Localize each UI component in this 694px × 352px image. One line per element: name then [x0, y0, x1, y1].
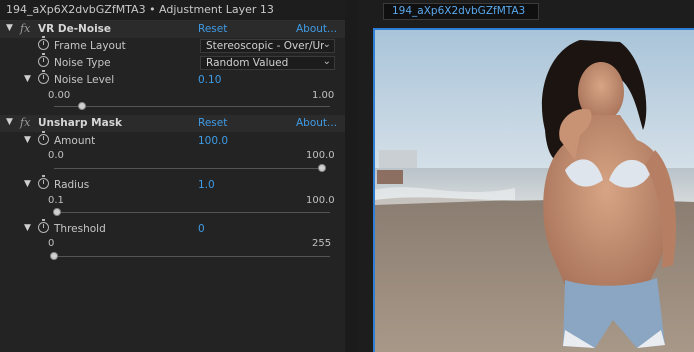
reset-button[interactable]: Reset [198, 23, 227, 35]
chevron-down-icon: ⌄ [322, 39, 331, 50]
stopwatch-icon[interactable] [38, 36, 49, 50]
effect-header-vr-denoise[interactable]: ▼ fx VR De-Noise Reset About... [0, 21, 345, 38]
slider-max-label: 100.0 [306, 195, 335, 206]
radius-slider-track[interactable] [54, 212, 330, 213]
noise-type-dropdown[interactable]: Random Valued ⌄ [200, 56, 335, 70]
video-frame-image [375, 30, 694, 352]
param-value[interactable]: 1.0 [198, 179, 215, 191]
slider-min-label: 0.1 [48, 195, 64, 206]
param-label: Amount [54, 135, 96, 147]
param-label: Radius [54, 179, 90, 191]
collapse-triangle-icon[interactable]: ▼ [6, 23, 13, 33]
param-value[interactable]: 100.0 [198, 135, 228, 147]
noise-level-slider-track[interactable] [54, 106, 330, 107]
composition-tab[interactable]: 194_aXp6X2dvbGZfMTA3 [383, 3, 539, 20]
slider-max-label: 1.00 [312, 90, 335, 101]
radius-slider-knob[interactable] [52, 208, 61, 216]
param-row-noise-type: Noise Type Random Valued ⌄ [0, 53, 345, 72]
dropdown-value: Random Valued [206, 57, 289, 69]
composition-tab-label: 194_aXp6X2dvbGZfMTA3 [392, 5, 526, 17]
expand-triangle-icon[interactable]: ▼ [24, 74, 31, 84]
param-label: Noise Type [54, 57, 111, 69]
param-label: Noise Level [54, 74, 115, 86]
param-value[interactable]: 0.10 [198, 74, 221, 86]
threshold-slider-knob[interactable] [50, 252, 58, 260]
slider-max-label: 100.0 [306, 150, 335, 161]
param-row-noise-level: ▼ Noise Level 0.10 [0, 70, 345, 89]
slider-min-label: 0 [48, 238, 55, 249]
param-value[interactable]: 0 [198, 223, 205, 235]
frame-layout-dropdown[interactable]: Stereoscopic - Over/Under ⌄ [200, 39, 335, 53]
slider-max-label: 255 [312, 238, 332, 249]
param-row-radius: ▼ Radius 1.0 [0, 175, 345, 194]
chevron-down-icon: ⌄ [322, 56, 331, 67]
expand-triangle-icon[interactable]: ▼ [24, 179, 31, 189]
panel-divider[interactable] [345, 0, 359, 352]
amount-slider-track[interactable] [54, 168, 322, 169]
expand-triangle-icon[interactable]: ▼ [24, 135, 31, 145]
slider-min-label: 0.00 [48, 90, 71, 101]
composition-panel: 194_aXp6X2dvbGZfMTA3 [359, 0, 694, 352]
amount-slider-knob[interactable] [318, 164, 326, 172]
panel-title-bar: 194_aXp6X2dvbGZfMTA3 • Adjustment Layer … [0, 0, 345, 21]
stopwatch-icon[interactable] [38, 175, 49, 189]
reset-button[interactable]: Reset [198, 117, 227, 129]
effect-header-unsharp-mask[interactable]: ▼ fx Unsharp Mask Reset About... [0, 115, 345, 132]
threshold-slider-track[interactable] [54, 256, 330, 257]
about-button[interactable]: About... [296, 23, 337, 35]
stopwatch-icon[interactable] [38, 70, 49, 84]
stopwatch-icon[interactable] [38, 131, 49, 145]
panel-title: 194_aXp6X2dvbGZfMTA3 • Adjustment Layer … [6, 3, 274, 16]
dropdown-value: Stereoscopic - Over/Under [206, 40, 324, 52]
param-row-threshold: ▼ Threshold 0 [0, 219, 345, 238]
param-row-amount: ▼ Amount 100.0 [0, 131, 345, 150]
effect-name: Unsharp Mask [38, 117, 122, 129]
collapse-triangle-icon[interactable]: ▼ [6, 117, 13, 127]
param-row-frame-layout: Frame Layout Stereoscopic - Over/Under ⌄ [0, 36, 345, 55]
effect-controls-panel: 194_aXp6X2dvbGZfMTA3 • Adjustment Layer … [0, 0, 345, 352]
stopwatch-icon[interactable] [38, 219, 49, 233]
slider-min-label: 0.0 [48, 150, 64, 161]
fx-icon[interactable]: fx [20, 116, 30, 129]
stopwatch-icon[interactable] [38, 53, 49, 67]
composition-viewer[interactable] [373, 28, 694, 352]
expand-triangle-icon[interactable]: ▼ [24, 223, 31, 233]
about-button[interactable]: About... [296, 117, 337, 129]
noise-level-slider-knob[interactable] [77, 102, 86, 110]
param-label: Frame Layout [54, 40, 126, 52]
fx-icon[interactable]: fx [20, 22, 30, 35]
effect-name: VR De-Noise [38, 23, 112, 35]
param-label: Threshold [54, 223, 106, 235]
